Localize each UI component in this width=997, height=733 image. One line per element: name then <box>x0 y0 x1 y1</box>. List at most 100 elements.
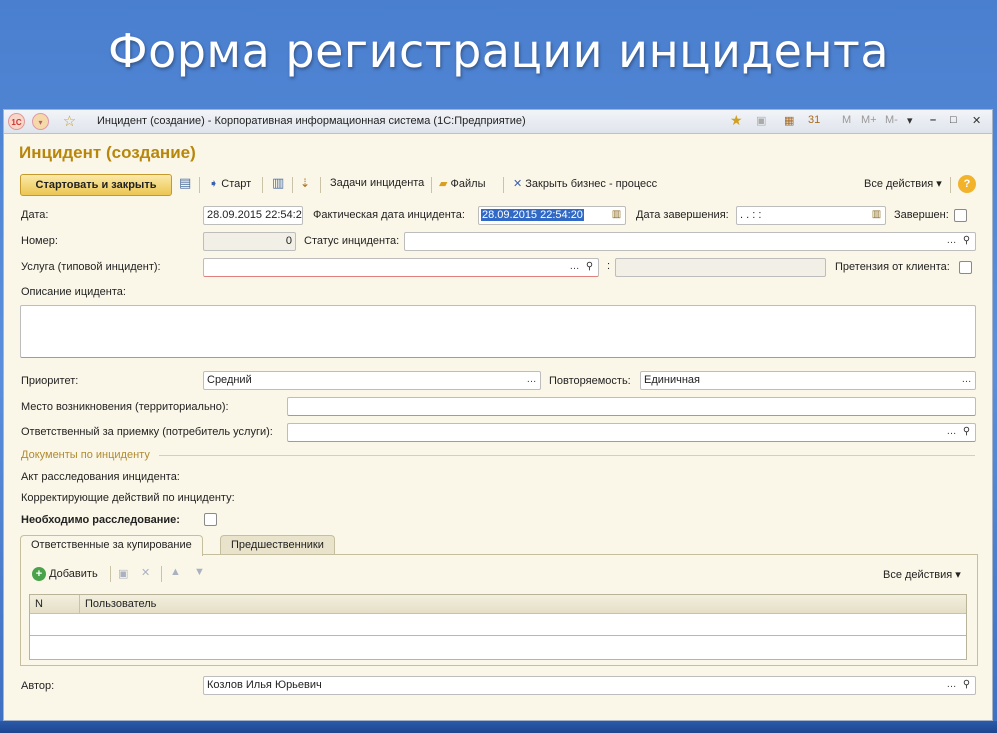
memory-mplus-button[interactable]: M+ <box>861 114 877 126</box>
close-process-button[interactable]: ✕ Закрыть бизнес - процесс <box>513 177 657 190</box>
date-field[interactable]: 28.09.2015 22:54:2 <box>203 206 303 225</box>
select-ellipsis-button[interactable]: … <box>944 233 959 250</box>
form-toolbar: Стартовать и закрыть ▤ ➧ Старт ▥ ⇣ Задач… <box>19 174 979 196</box>
claim-checkbox[interactable] <box>959 261 972 274</box>
all-actions-label: Все действия <box>864 178 934 190</box>
dropdown-icon[interactable]: ▾ <box>907 114 913 127</box>
toolbar-separator <box>950 177 951 193</box>
search-icon[interactable]: ⚲ <box>959 424 974 441</box>
search-icon[interactable]: ⚲ <box>959 233 974 250</box>
form-title: Инцидент (создание) <box>19 143 196 162</box>
add-label: Добавить <box>49 568 98 580</box>
files-button[interactable]: ▰ Файлы <box>439 177 485 190</box>
repeat-field[interactable]: Единичная … <box>640 371 976 390</box>
documents-group-title: Документы по инциденту <box>21 449 150 461</box>
select-ellipsis-button[interactable]: … <box>944 677 959 694</box>
calendar-icon[interactable]: 31 <box>808 114 820 126</box>
toolbar-separator <box>110 566 111 582</box>
maximize-icon[interactable]: □ <box>950 114 957 126</box>
end-date-field[interactable]: . . : : ▥ <box>736 206 886 225</box>
start-label: Старт <box>221 178 252 190</box>
save-icon[interactable]: ▤ <box>179 175 191 191</box>
responsible-table[interactable]: N Пользователь <box>29 594 967 660</box>
column-header-user[interactable]: Пользователь <box>85 598 156 610</box>
search-icon[interactable]: ⚲ <box>959 677 974 694</box>
priority-value: Средний <box>207 374 252 386</box>
slide-title: Форма регистрации инцидента <box>107 24 890 78</box>
actual-date-value: 28.09.2015 22:54:20 <box>481 209 584 221</box>
route-icon[interactable]: ⇣ <box>300 176 310 190</box>
tab-predecessors[interactable]: Предшественники <box>220 535 335 555</box>
select-ellipsis-button[interactable]: … <box>944 424 959 441</box>
author-field[interactable]: Козлов Илья Юрьевич … ⚲ <box>203 676 976 695</box>
location-label: Место возникновения (территориально): <box>21 401 229 413</box>
status-label: Статус инцидента: <box>304 235 400 247</box>
menu-icon[interactable]: ▾ <box>32 113 49 130</box>
location-field[interactable] <box>287 397 976 416</box>
end-date-value: . . : : <box>740 209 762 221</box>
calculator-icon[interactable]: ▦ <box>784 114 794 127</box>
actual-date-field[interactable]: 28.09.2015 22:54:20 ▥ <box>478 206 626 225</box>
completed-label: Завершен: <box>894 209 949 221</box>
help-icon[interactable]: ? <box>958 175 976 193</box>
close-icon[interactable]: ✕ <box>972 114 981 127</box>
minimize-icon[interactable]: – <box>930 114 936 126</box>
history-icon[interactable]: ▣ <box>756 114 766 127</box>
incident-tasks-button[interactable]: Задачи инцидента <box>330 177 424 189</box>
delete-icon[interactable]: ✕ <box>141 566 150 579</box>
act-label: Акт расследования инцидента: <box>21 471 180 483</box>
group-divider <box>159 455 975 456</box>
window-title: Инцидент (создание) - Корпоративная инфо… <box>97 115 526 127</box>
folder-icon: ▰ <box>439 178 448 190</box>
claim-label: Претензия от клиента: <box>835 261 950 273</box>
priority-field[interactable]: Средний … <box>203 371 541 390</box>
priority-label: Приоритет: <box>21 375 79 387</box>
toolbar-separator <box>320 177 321 193</box>
toolbar-separator <box>161 566 162 582</box>
number-field[interactable]: 0 <box>203 232 296 251</box>
add-row-button[interactable]: + Добавить <box>32 567 98 581</box>
service-separator-label: : <box>607 260 611 272</box>
table-all-actions-label: Все действия <box>883 569 953 581</box>
repeat-value: Единичная <box>644 374 700 386</box>
status-field[interactable]: … ⚲ <box>404 232 976 251</box>
end-date-label: Дата завершения: <box>636 209 729 221</box>
close-process-label: Закрыть бизнес - процесс <box>525 178 658 190</box>
window-titlebar: 1С ▾ ☆ Инцидент (создание) - Корпоративн… <box>4 110 992 134</box>
author-label: Автор: <box>21 680 55 692</box>
tab-responsible[interactable]: Ответственные за купирование <box>20 535 203 556</box>
files-label: Файлы <box>450 178 486 190</box>
start-button[interactable]: ➧ Старт <box>209 177 251 190</box>
app-logo-icon[interactable]: 1С <box>8 113 25 130</box>
favorite-star-icon[interactable]: ☆ <box>61 113 78 130</box>
table-all-actions-button[interactable]: Все действия ▾ <box>883 568 961 581</box>
investigation-label: Необходимо расследование: <box>21 514 180 526</box>
calendar-picker-icon[interactable]: ▥ <box>869 207 884 224</box>
column-divider <box>79 595 80 614</box>
table-row[interactable] <box>30 614 966 636</box>
actual-date-label: Фактическая дата инцидента: <box>313 209 465 221</box>
move-up-icon[interactable]: ▲ <box>170 566 181 578</box>
select-ellipsis-button[interactable]: … <box>959 372 974 389</box>
investigation-checkbox[interactable] <box>204 513 217 526</box>
copy-icon[interactable]: ▣ <box>118 567 128 580</box>
memory-m-button[interactable]: M <box>842 114 851 126</box>
all-actions-button[interactable]: Все действия ▾ <box>864 177 942 190</box>
memory-mminus-button[interactable]: M- <box>885 114 898 126</box>
favorites-icon[interactable]: ★ <box>730 112 743 129</box>
service-code-field[interactable] <box>615 258 826 277</box>
description-textarea[interactable] <box>20 305 976 358</box>
number-label: Номер: <box>21 235 58 247</box>
service-field[interactable]: … ⚲ <box>203 258 599 277</box>
column-header-n[interactable]: N <box>35 598 43 610</box>
calendar-picker-icon[interactable]: ▥ <box>609 207 624 224</box>
select-ellipsis-button[interactable]: … <box>567 259 582 276</box>
completed-checkbox[interactable] <box>954 209 967 222</box>
responsible-field[interactable]: … ⚲ <box>287 423 976 442</box>
select-ellipsis-button[interactable]: … <box>524 372 539 389</box>
search-icon[interactable]: ⚲ <box>582 259 597 276</box>
move-down-icon[interactable]: ▼ <box>194 566 205 578</box>
service-label: Услуга (типовой инцидент): <box>21 261 161 273</box>
report-icon[interactable]: ▥ <box>272 175 284 191</box>
start-and-close-button[interactable]: Стартовать и закрыть <box>20 174 172 196</box>
